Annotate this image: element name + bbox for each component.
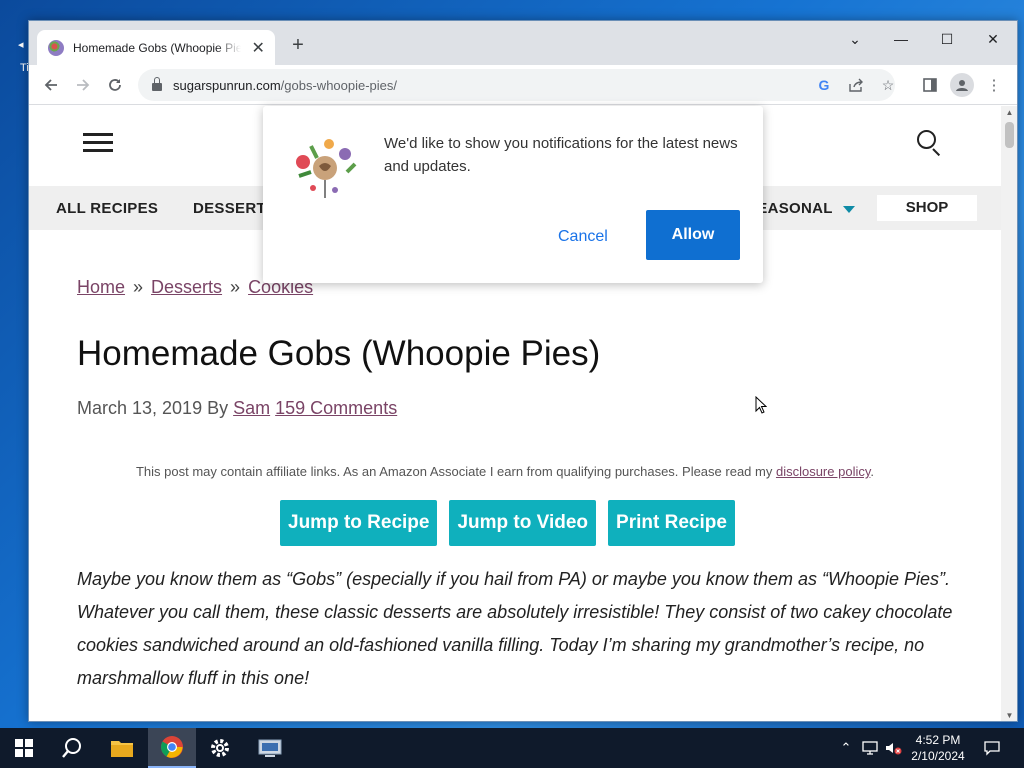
tab-strip: Homemade Gobs (Whoopie Pies) ✕ + ⌄ — ☐ ✕ bbox=[29, 21, 1017, 65]
notification-message: We'd like to show you notifications for … bbox=[384, 135, 738, 175]
browser-toolbar: sugarspunrun.com/gobs-whoopie-pies/ G ☆ … bbox=[29, 65, 1017, 105]
post-date: March 13, 2019 By bbox=[77, 398, 229, 418]
back-icon[interactable] bbox=[37, 71, 65, 99]
page-title: Homemade Gobs (Whoopie Pies) bbox=[77, 334, 601, 373]
profile-icon[interactable] bbox=[950, 73, 974, 97]
scroll-up-icon[interactable]: ▲ bbox=[1001, 106, 1017, 120]
menu-item-shop[interactable]: SHOP bbox=[877, 195, 977, 221]
jump-to-video-button[interactable]: Jump to Video bbox=[449, 500, 597, 546]
cancel-button[interactable]: Cancel bbox=[558, 228, 608, 246]
scroll-thumb[interactable] bbox=[1005, 122, 1014, 148]
lock-icon[interactable] bbox=[152, 77, 162, 91]
allow-button[interactable]: Allow bbox=[646, 210, 740, 260]
tray-overflow-icon[interactable]: ⌃ bbox=[836, 728, 856, 768]
url-path: /gobs-whoopie-pies/ bbox=[280, 77, 398, 93]
minimize-button[interactable]: — bbox=[878, 25, 924, 53]
disclaimer-end: . bbox=[870, 464, 875, 479]
author-link[interactable]: Sam bbox=[233, 398, 270, 418]
menu-item-seasonal[interactable]: SEASONAL bbox=[747, 200, 855, 217]
app-taskbar-button[interactable] bbox=[246, 728, 294, 768]
favicon-icon bbox=[48, 39, 64, 56]
tab-title: Homemade Gobs (Whoopie Pies) bbox=[73, 40, 242, 55]
start-button[interactable] bbox=[0, 728, 48, 768]
breadcrumb-separator: » bbox=[230, 277, 241, 297]
clock-time: 4:52 PM bbox=[915, 733, 961, 747]
site-logo-icon bbox=[296, 139, 357, 198]
notification-center-icon[interactable] bbox=[980, 728, 1004, 768]
jump-to-recipe-button[interactable]: Jump to Recipe bbox=[280, 500, 438, 546]
google-lens-icon[interactable]: G bbox=[814, 75, 834, 95]
url-domain: sugarspunrun.com bbox=[173, 77, 281, 93]
side-panel-icon[interactable] bbox=[918, 73, 942, 97]
system-clock[interactable]: 4:52 PM 2/10/2024 bbox=[900, 732, 976, 764]
taskbar: ⌃ 4:52 PM 2/10/2024 bbox=[0, 728, 1024, 768]
disclosure-policy-link[interactable]: disclosure policy bbox=[776, 464, 870, 479]
tab-close-icon[interactable]: ✕ bbox=[249, 38, 267, 58]
forward-icon[interactable] bbox=[69, 71, 97, 99]
hamburger-menu-icon[interactable] bbox=[83, 133, 113, 153]
maximize-button[interactable]: ☐ bbox=[924, 25, 970, 53]
network-app-icon bbox=[258, 739, 282, 757]
star-icon[interactable]: ☆ bbox=[878, 75, 898, 95]
recipe-buttons: Jump to Recipe Jump to Video Print Recip… bbox=[280, 500, 735, 546]
chrome-icon bbox=[161, 736, 183, 758]
settings-taskbar-button[interactable] bbox=[196, 728, 244, 768]
breadcrumb-desserts[interactable]: Desserts bbox=[151, 277, 222, 297]
chevron-down-icon bbox=[842, 205, 855, 213]
file-explorer-button[interactable] bbox=[98, 728, 146, 768]
print-recipe-button[interactable]: Print Recipe bbox=[608, 500, 735, 546]
scroll-down-icon[interactable]: ▼ bbox=[1001, 709, 1017, 721]
close-window-button[interactable]: ✕ bbox=[970, 25, 1016, 53]
breadcrumb-home[interactable]: Home bbox=[77, 277, 125, 297]
mouse-cursor-icon bbox=[755, 396, 767, 414]
search-icon bbox=[62, 738, 81, 758]
disclaimer-text: This post may contain affiliate links. A… bbox=[135, 464, 773, 479]
tab-search-button[interactable]: ⌄ bbox=[832, 25, 878, 53]
share-icon[interactable] bbox=[846, 75, 866, 95]
menu-dots-icon[interactable]: ⋮ bbox=[982, 73, 1006, 97]
address-bar[interactable]: sugarspunrun.com/gobs-whoopie-pies/ G ☆ bbox=[138, 69, 895, 101]
folder-icon bbox=[111, 741, 133, 757]
comments-link[interactable]: 159 Comments bbox=[275, 398, 397, 418]
tab-active[interactable]: Homemade Gobs (Whoopie Pies) ✕ bbox=[37, 30, 275, 65]
breadcrumb-separator: » bbox=[133, 277, 144, 297]
windows-logo-icon bbox=[15, 739, 33, 757]
desktop-icon-fragment: ◂ bbox=[18, 39, 24, 51]
page-scrollbar[interactable]: ▲ ▼ bbox=[1001, 106, 1017, 721]
post-meta: March 13, 2019 By Sam 159 Comments bbox=[77, 398, 397, 419]
search-taskbar-button[interactable] bbox=[48, 728, 96, 768]
affiliate-disclaimer: This post may contain affiliate links. A… bbox=[29, 464, 981, 479]
intro-paragraph: Maybe you know them as “Gobs” (especiall… bbox=[77, 569, 953, 688]
network-icon[interactable] bbox=[858, 728, 882, 768]
chrome-taskbar-button[interactable] bbox=[148, 728, 196, 768]
menu-item-all-recipes[interactable]: ALL RECIPES bbox=[56, 200, 158, 217]
search-icon[interactable] bbox=[917, 130, 943, 157]
new-tab-button[interactable]: + bbox=[287, 34, 309, 57]
gear-icon bbox=[211, 739, 229, 757]
reload-icon[interactable] bbox=[101, 71, 129, 99]
notification-prompt: We'd like to show you notifications for … bbox=[263, 106, 763, 283]
clock-date: 2/10/2024 bbox=[911, 749, 965, 763]
